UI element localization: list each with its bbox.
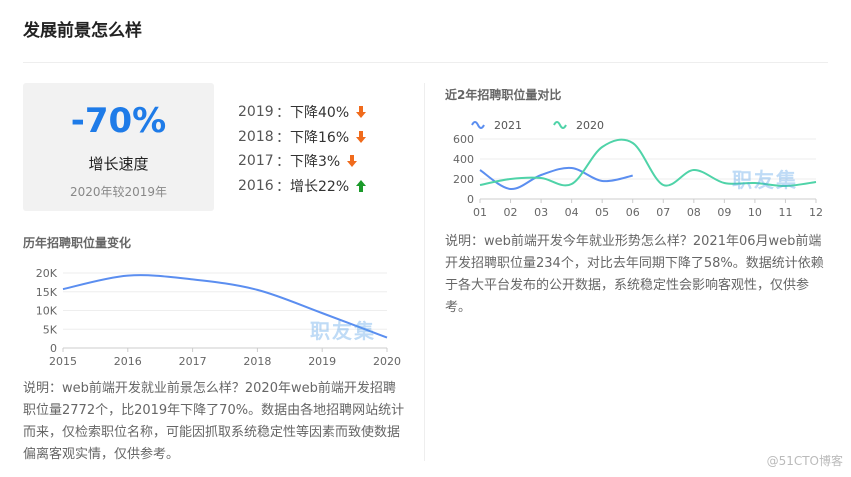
- history-chart-description: 说明：web前端开发就业前景怎么样？2020年web前端开发招聘职位量2772个…: [23, 381, 405, 462]
- x-tick-label: 09: [717, 206, 731, 219]
- separator: ：: [276, 129, 290, 146]
- compare-chart-description: 说明：web前端开发今年就业形势怎么样？2021年06月web前端开发招聘职位量…: [445, 234, 824, 315]
- x-tick-label: 07: [656, 206, 670, 219]
- arrow-down-icon: [355, 130, 367, 144]
- separator: ：: [276, 105, 290, 122]
- year-label: 2016: [238, 177, 274, 194]
- y-tick-label: 10K: [36, 305, 58, 318]
- series-line-2021: [479, 166, 633, 191]
- arrow-down-icon: [355, 105, 367, 119]
- source-credit: @51CTO博客: [766, 454, 843, 468]
- x-tick-label: 08: [687, 206, 701, 219]
- x-tick-label: 2020: [373, 355, 401, 368]
- change-text: 增长22%: [290, 178, 350, 195]
- yearly-change-item: 2018 ： 下降16%: [238, 125, 408, 150]
- x-tick-label: 01: [473, 206, 487, 219]
- change-text: 下降40%: [290, 105, 350, 122]
- y-tick-label: 0: [467, 193, 474, 206]
- x-tick-label: 2015: [49, 355, 77, 368]
- x-tick-label: 10: [748, 206, 762, 219]
- growth-stat-card: -70% 增长速度 2020年较2019年: [23, 83, 214, 211]
- y-tick-label: 20K: [36, 267, 58, 280]
- arrow-up-icon: [355, 179, 367, 193]
- legend-label-2021: 2021: [494, 119, 522, 132]
- y-tick-label: 200: [453, 173, 474, 186]
- watermark: 职友集: [732, 168, 798, 192]
- x-tick-label: 12: [809, 206, 823, 219]
- yearly-change-list: 2019 ： 下降40% 2018 ： 下降16% 2017 ： 下降3% 20…: [238, 100, 408, 198]
- y-tick-label: 400: [453, 153, 474, 166]
- x-tick-label: 04: [565, 206, 579, 219]
- x-tick-label: 2018: [243, 355, 271, 368]
- legend-marker-2020: [553, 121, 567, 129]
- y-tick-label: 600: [453, 133, 474, 146]
- history-chart-title: 历年招聘职位量变化: [23, 236, 132, 250]
- x-tick-label: 02: [504, 206, 518, 219]
- separator: ：: [276, 178, 290, 195]
- yearly-change-item: 2019 ： 下降40%: [238, 100, 408, 125]
- growth-rate-value: -70%: [70, 101, 167, 141]
- year-label: 2017: [238, 153, 274, 170]
- compare-chart-title: 近2年招聘职位量对比: [445, 88, 562, 102]
- arrow-down-icon: [346, 154, 358, 168]
- x-tick-label: 2017: [179, 355, 207, 368]
- growth-rate-subtitle: 2020年较2019年: [69, 185, 168, 199]
- change-text: 下降16%: [290, 129, 350, 146]
- x-tick-label: 03: [534, 206, 548, 219]
- x-tick-label: 11: [778, 206, 792, 219]
- x-tick-label: 2016: [114, 355, 142, 368]
- x-tick-label: 05: [595, 206, 609, 219]
- watermark: 职友集: [310, 319, 376, 343]
- title-divider: [23, 62, 828, 63]
- x-tick-label: 2019: [308, 355, 336, 368]
- y-tick-label: 5K: [43, 323, 58, 336]
- y-tick-label: 0: [50, 342, 57, 355]
- yearly-change-item: 2017 ： 下降3%: [238, 149, 408, 174]
- growth-rate-label: 增长速度: [88, 155, 149, 173]
- x-tick-label: 06: [626, 206, 640, 219]
- legend-marker-2021: [471, 121, 485, 129]
- separator: ：: [276, 154, 290, 171]
- yearly-change-item: 2016 ： 增长22%: [238, 174, 408, 199]
- column-divider: [424, 83, 425, 461]
- year-label: 2018: [238, 128, 274, 145]
- year-label: 2019: [238, 104, 274, 121]
- legend-label-2020: 2020: [576, 119, 604, 132]
- change-text: 下降3%: [290, 154, 341, 171]
- page-title: 发展前景怎么样: [23, 21, 142, 41]
- y-tick-label: 15K: [36, 286, 58, 299]
